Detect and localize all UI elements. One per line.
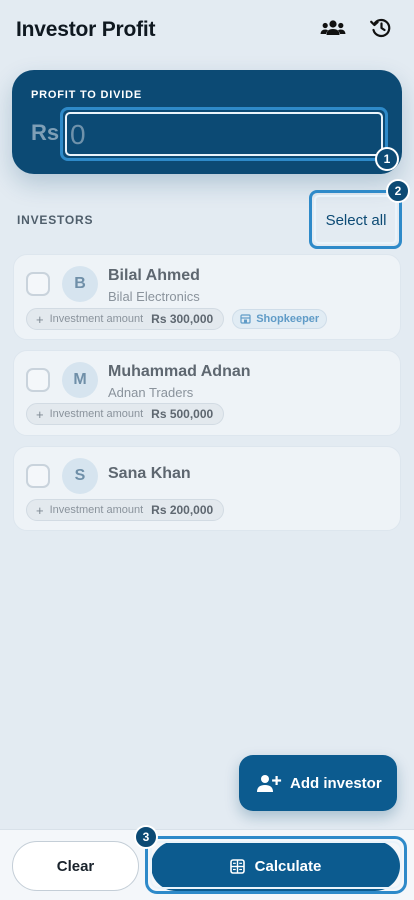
investor-checkbox[interactable] xyxy=(26,272,50,296)
investor-checkbox[interactable] xyxy=(26,464,50,488)
add-investor-label: Add investor xyxy=(290,774,382,792)
investment-amount-value: Rs 200,000 xyxy=(151,503,214,517)
plus-icon: + xyxy=(36,311,44,327)
app-header: Investor Profit xyxy=(0,0,414,60)
investor-card-sana-khan[interactable]: S Sana Khan + Investment amount Rs 200,0… xyxy=(13,446,401,531)
plus-icon: + xyxy=(36,502,44,518)
history-button[interactable] xyxy=(364,13,398,47)
investor-card-muhammad-adnan[interactable]: M Muhammad Adnan Adnan Traders + Investm… xyxy=(13,350,401,436)
investment-amount-chip[interactable]: + Investment amount Rs 300,000 xyxy=(26,308,225,330)
person-add-icon xyxy=(256,773,282,793)
clear-button[interactable]: Clear xyxy=(12,841,139,891)
profit-card: PROFIT TO DIVIDE Rs xyxy=(12,70,402,174)
investment-amount-label: Investment amount xyxy=(49,504,144,516)
investor-company: Bilal Electronics xyxy=(108,289,200,304)
investors-group-button[interactable] xyxy=(316,13,350,47)
currency-prefix: Rs xyxy=(31,120,60,145)
select-all-button[interactable]: Select all xyxy=(312,193,400,247)
profit-input[interactable] xyxy=(64,112,382,158)
investment-amount-chip[interactable]: + Investment amount Rs 200,000 xyxy=(26,499,225,521)
role-label: Shopkeeper xyxy=(256,313,320,325)
avatar: S xyxy=(62,458,98,494)
history-icon xyxy=(369,16,393,45)
investor-name: Sana Khan xyxy=(108,465,191,482)
investor-company: Adnan Traders xyxy=(108,385,194,400)
bottom-action-bar: Clear Calculate xyxy=(0,829,414,900)
avatar: B xyxy=(62,266,98,302)
investment-amount-chip[interactable]: + Investment amount Rs 500,000 xyxy=(26,403,225,425)
step-marker-1: 1 xyxy=(375,147,399,171)
investment-amount-value: Rs 300,000 xyxy=(151,312,214,326)
investors-section-label: INVESTORS xyxy=(17,213,94,227)
plus-icon: + xyxy=(36,406,44,422)
role-badge: Shopkeeper xyxy=(232,309,328,329)
group-icon xyxy=(320,18,346,43)
investment-amount-value: Rs 500,000 xyxy=(151,407,214,421)
page-title: Investor Profit xyxy=(16,18,156,41)
step-marker-3: 3 xyxy=(134,825,158,849)
calculate-label: Calculate xyxy=(254,857,322,875)
avatar: M xyxy=(62,362,98,398)
step-marker-2: 2 xyxy=(386,179,410,203)
calculator-icon xyxy=(229,858,245,874)
add-investor-button[interactable]: Add investor xyxy=(239,755,397,811)
investor-card-bilal-ahmed[interactable]: B Bilal Ahmed Bilal Electronics + Invest… xyxy=(13,254,401,340)
investor-name: Bilal Ahmed xyxy=(108,267,200,284)
investor-checkbox[interactable] xyxy=(26,368,50,392)
profit-label: PROFIT TO DIVIDE xyxy=(31,89,142,101)
calculate-button[interactable]: Calculate xyxy=(151,841,400,891)
investment-amount-label: Investment amount xyxy=(49,408,144,420)
store-icon xyxy=(240,314,251,324)
investment-amount-label: Investment amount xyxy=(49,313,144,325)
investor-name: Muhammad Adnan xyxy=(108,363,251,380)
